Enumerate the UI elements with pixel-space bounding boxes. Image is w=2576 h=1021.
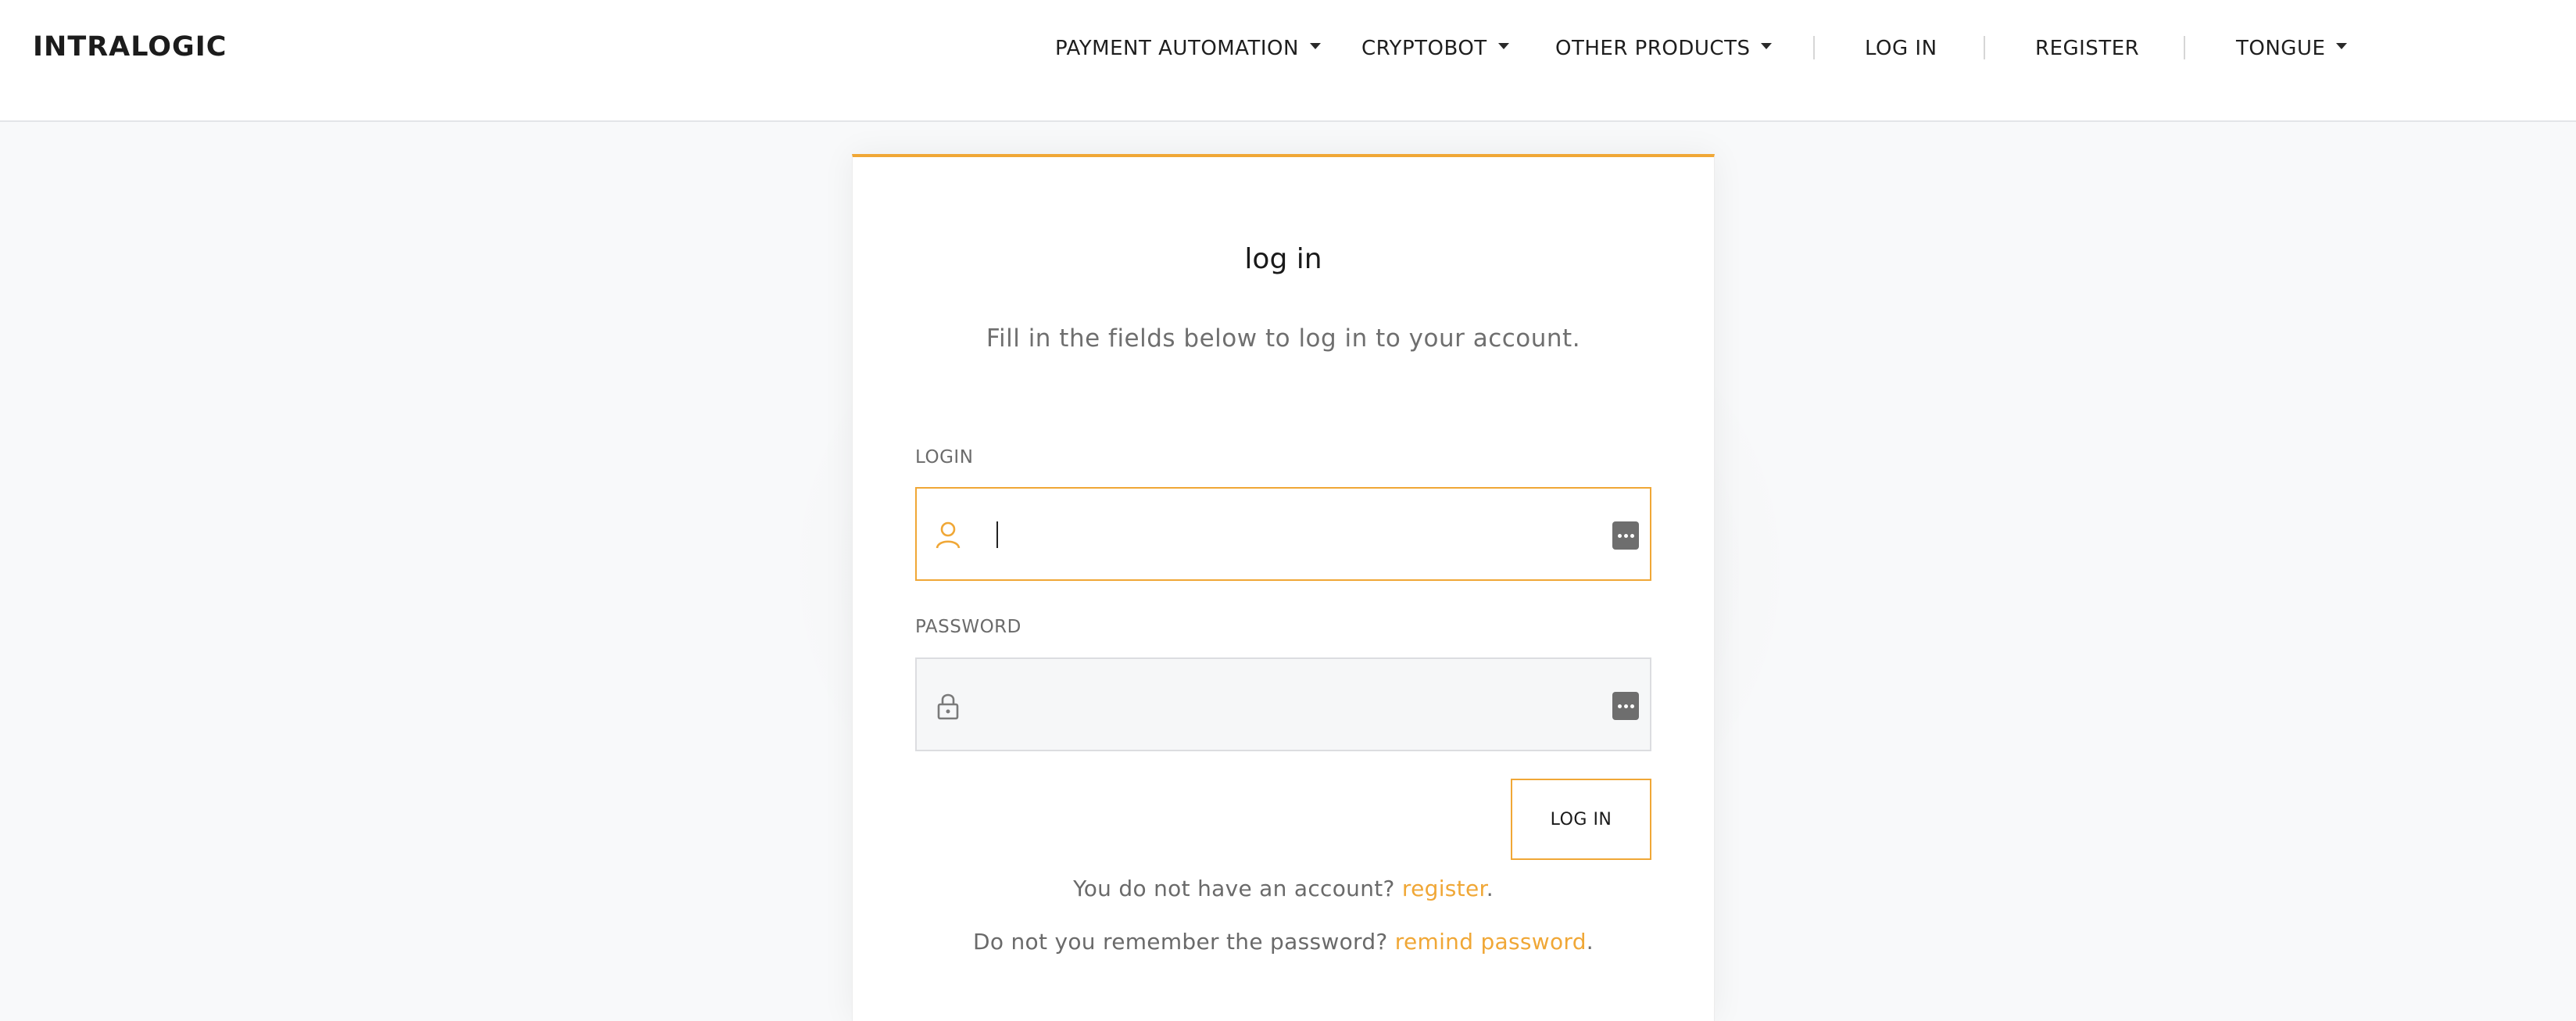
chevron-down-icon xyxy=(1497,43,1509,49)
nav-payment-automation[interactable]: PAYMENT AUTOMATION xyxy=(1055,34,1321,63)
nav-log-in[interactable]: LOG IN xyxy=(1865,34,1937,63)
register-prompt: You do not have an account? register. xyxy=(853,876,1714,901)
login-input[interactable] xyxy=(995,509,1573,561)
chevron-down-icon xyxy=(2336,43,2348,49)
register-prompt-text: You do not have an account? xyxy=(1073,876,1395,901)
remind-password-link[interactable]: remind password xyxy=(1395,929,1587,955)
chevron-down-icon xyxy=(1309,43,1321,49)
text-cursor xyxy=(996,521,998,548)
top-navbar: INTRALOGIC PAYMENT AUTOMATION CRYPTOBOT … xyxy=(0,0,2576,122)
nav-cryptobot[interactable]: CRYPTOBOT xyxy=(1361,34,1509,63)
remind-prompt-text: Do not you remember the password? xyxy=(973,929,1388,955)
user-icon xyxy=(936,521,961,549)
nav-label: OTHER PRODUCTS xyxy=(1555,37,1751,60)
remind-period: . xyxy=(1586,929,1594,955)
nav-register[interactable]: REGISTER xyxy=(2035,34,2139,63)
chevron-down-icon xyxy=(1761,43,1773,49)
register-link[interactable]: register xyxy=(1402,876,1487,901)
login-card: log in Fill in the fields below to log i… xyxy=(852,154,1715,1021)
brand-logo[interactable]: INTRALOGIC xyxy=(33,31,227,63)
nav-label: CRYPTOBOT xyxy=(1361,37,1487,60)
login-field[interactable] xyxy=(915,487,1651,581)
nav-divider xyxy=(1984,36,1985,59)
nav-label: LOG IN xyxy=(1865,37,1937,60)
register-period: . xyxy=(1486,876,1494,901)
page-title: log in xyxy=(1244,243,1322,275)
password-manager-icon[interactable] xyxy=(1612,521,1639,550)
login-label: LOGIN xyxy=(915,447,974,468)
page-subtitle: Fill in the fields below to log in to yo… xyxy=(986,324,1581,353)
remind-prompt: Do not you remember the password? remind… xyxy=(853,929,1714,955)
nav-other-products[interactable]: OTHER PRODUCTS xyxy=(1555,34,1773,63)
password-manager-icon[interactable] xyxy=(1612,692,1639,720)
password-field[interactable] xyxy=(915,657,1651,751)
password-input[interactable] xyxy=(995,679,1573,731)
nav-tongue[interactable]: TONGUE xyxy=(2236,34,2348,63)
log-in-button[interactable]: LOG IN xyxy=(1511,779,1651,860)
lock-icon xyxy=(937,693,959,720)
password-label: PASSWORD xyxy=(915,617,1021,637)
nav-divider xyxy=(1813,36,1815,59)
nav-label: TONGUE xyxy=(2236,37,2326,60)
nav-label: REGISTER xyxy=(2035,37,2140,60)
nav-divider xyxy=(2184,36,2185,59)
nav-label: PAYMENT AUTOMATION xyxy=(1055,37,1299,60)
